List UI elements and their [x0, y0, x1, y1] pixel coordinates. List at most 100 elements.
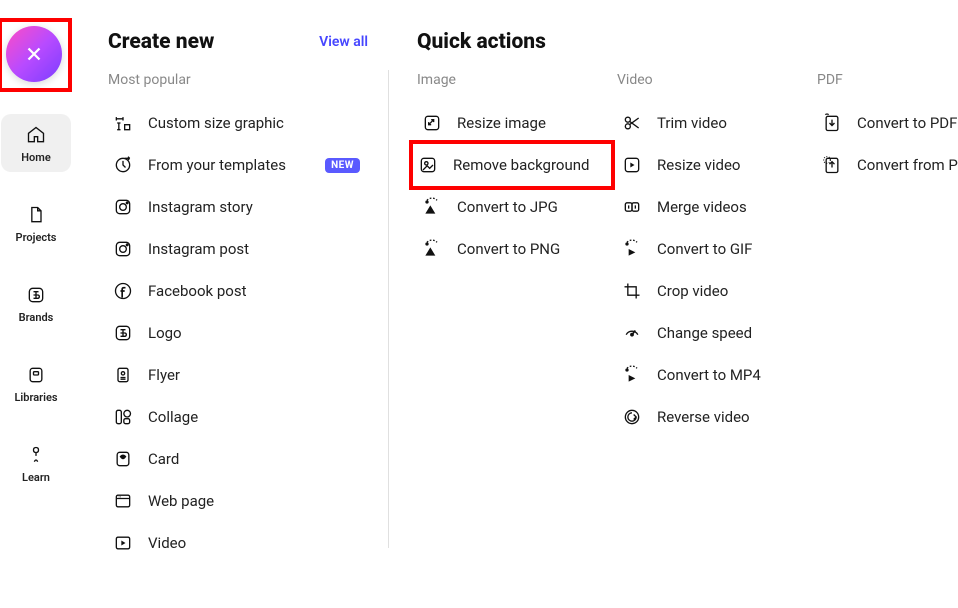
item-label: Convert to PDF: [857, 114, 957, 132]
quick-video-convert-to-mp4[interactable]: Convert to MP4: [617, 354, 807, 396]
sidebar-item-learn[interactable]: Learn: [1, 434, 71, 492]
create-item-web-page[interactable]: Web page: [108, 480, 368, 522]
sidebar-label: Brands: [19, 311, 54, 324]
item-label: Custom size graphic: [148, 114, 284, 132]
quick-video-reverse-video[interactable]: Reverse video: [617, 396, 807, 438]
sidebar-item-projects[interactable]: Projects: [1, 194, 71, 252]
item-label: Instagram story: [148, 198, 253, 216]
instagram-icon: [112, 196, 134, 218]
item-label: Convert from PDF: [857, 156, 958, 174]
quick-video-change-speed[interactable]: Change speed: [617, 312, 807, 354]
create-item-logo[interactable]: Logo: [108, 312, 368, 354]
sidebar-label: Learn: [22, 471, 50, 484]
quick-video-convert-to-gif[interactable]: Convert to GIF: [617, 228, 807, 270]
logo-icon: [112, 322, 134, 344]
quick-title: Quick actions: [417, 30, 546, 54]
quick-image-remove-background[interactable]: Remove background: [417, 144, 607, 186]
item-label: Video: [148, 534, 186, 552]
item-label: Logo: [148, 324, 182, 342]
create-title: Create new: [108, 30, 214, 54]
webpage-icon: [112, 490, 134, 512]
create-sub: Most popular: [108, 72, 368, 88]
item-label: Crop video: [657, 282, 728, 300]
quick-video-resize-video[interactable]: Resize video: [617, 144, 807, 186]
item-label: Merge videos: [657, 198, 747, 216]
sidebar-label: Home: [21, 151, 51, 164]
sidebar: Home Projects Brands Libraries Learn: [0, 0, 72, 608]
facebook-icon: [112, 280, 134, 302]
item-label: Convert to GIF: [657, 240, 752, 258]
learn-icon: [25, 444, 47, 466]
sidebar-item-home[interactable]: Home: [1, 114, 71, 172]
topdf-icon: [821, 112, 843, 134]
close-button[interactable]: [6, 26, 62, 82]
create-item-video[interactable]: Video: [108, 522, 368, 564]
item-label: Card: [148, 450, 179, 468]
convertvid-icon: [621, 364, 643, 386]
library-icon: [25, 364, 47, 386]
quick-sub-video: Video: [617, 72, 807, 88]
crop-icon: [621, 280, 643, 302]
quick-pdf-list: Convert to PDF Convert from PDF: [817, 102, 958, 186]
create-item-custom-size-graphic[interactable]: Custom size graphic: [108, 102, 368, 144]
quick-image-list: Resize image Remove background Convert to …: [417, 102, 607, 270]
item-label: Remove background: [453, 156, 589, 174]
card-icon: [112, 448, 134, 470]
quick-video-list: Trim video Resize video Merge videos Conver…: [617, 102, 807, 438]
file-icon: [25, 204, 47, 226]
create-item-flyer[interactable]: Flyer: [108, 354, 368, 396]
custom-size-icon: [112, 112, 134, 134]
quick-video-crop-video[interactable]: Crop video: [617, 270, 807, 312]
quick-pdf-convert-from-pdf[interactable]: Convert from PDF: [817, 144, 958, 186]
main-content: Create new View all Most popular Custom …: [72, 0, 958, 608]
quick-image-convert-to-jpg[interactable]: Convert to JPG: [417, 186, 607, 228]
quick-actions-column: Quick actions Image Resize image Remove b…: [397, 30, 958, 588]
create-item-facebook-post[interactable]: Facebook post: [108, 270, 368, 312]
convertvid-icon: [621, 238, 643, 260]
item-label: Facebook post: [148, 282, 247, 300]
quick-image-resize-image[interactable]: Resize image: [417, 102, 607, 144]
item-label: Web page: [148, 492, 214, 510]
removebg-icon: [417, 154, 439, 176]
create-item-instagram-story[interactable]: Instagram story: [108, 186, 368, 228]
sidebar-item-libraries[interactable]: Libraries: [1, 354, 71, 412]
frompdf-icon: [821, 154, 843, 176]
item-label: Resize image: [457, 114, 546, 132]
home-icon: [25, 124, 47, 146]
trim-icon: [621, 112, 643, 134]
sidebar-label: Projects: [16, 231, 57, 244]
brand-icon: [25, 284, 47, 306]
item-label: Resize video: [657, 156, 740, 174]
item-label: Convert to PNG: [457, 240, 560, 258]
quick-col-video: Video Trim video Resize video Merge videos…: [617, 72, 807, 438]
quick-sub-pdf: PDF: [817, 72, 958, 88]
collage-icon: [112, 406, 134, 428]
quick-pdf-convert-to-pdf[interactable]: Convert to PDF: [817, 102, 958, 144]
quick-video-merge-videos[interactable]: Merge videos: [617, 186, 807, 228]
divider: [388, 70, 389, 548]
item-label: Trim video: [657, 114, 727, 132]
item-label: Convert to MP4: [657, 366, 761, 384]
convertimg-icon: [421, 238, 443, 260]
create-item-from-your-templates[interactable]: From your templatesNEW: [108, 144, 368, 186]
new-badge: NEW: [325, 158, 360, 173]
sidebar-item-brands[interactable]: Brands: [1, 274, 71, 332]
quick-image-convert-to-png[interactable]: Convert to PNG: [417, 228, 607, 270]
sidebar-label: Libraries: [14, 391, 57, 404]
item-label: Change speed: [657, 324, 752, 342]
reverse-icon: [621, 406, 643, 428]
create-item-instagram-post[interactable]: Instagram post: [108, 228, 368, 270]
flyer-icon: [112, 364, 134, 386]
create-item-collage[interactable]: Collage: [108, 396, 368, 438]
item-label: Instagram post: [148, 240, 249, 258]
template-icon: [112, 154, 134, 176]
create-item-card[interactable]: Card: [108, 438, 368, 480]
item-label: Convert to JPG: [457, 198, 558, 216]
item-label: Collage: [148, 408, 198, 426]
quick-image-remove-background-highlight: Remove background: [409, 140, 615, 190]
quick-sub-image: Image: [417, 72, 607, 88]
resize-icon: [421, 112, 443, 134]
quick-video-trim-video[interactable]: Trim video: [617, 102, 807, 144]
instagram-icon: [112, 238, 134, 260]
view-all-link[interactable]: View all: [319, 34, 368, 50]
